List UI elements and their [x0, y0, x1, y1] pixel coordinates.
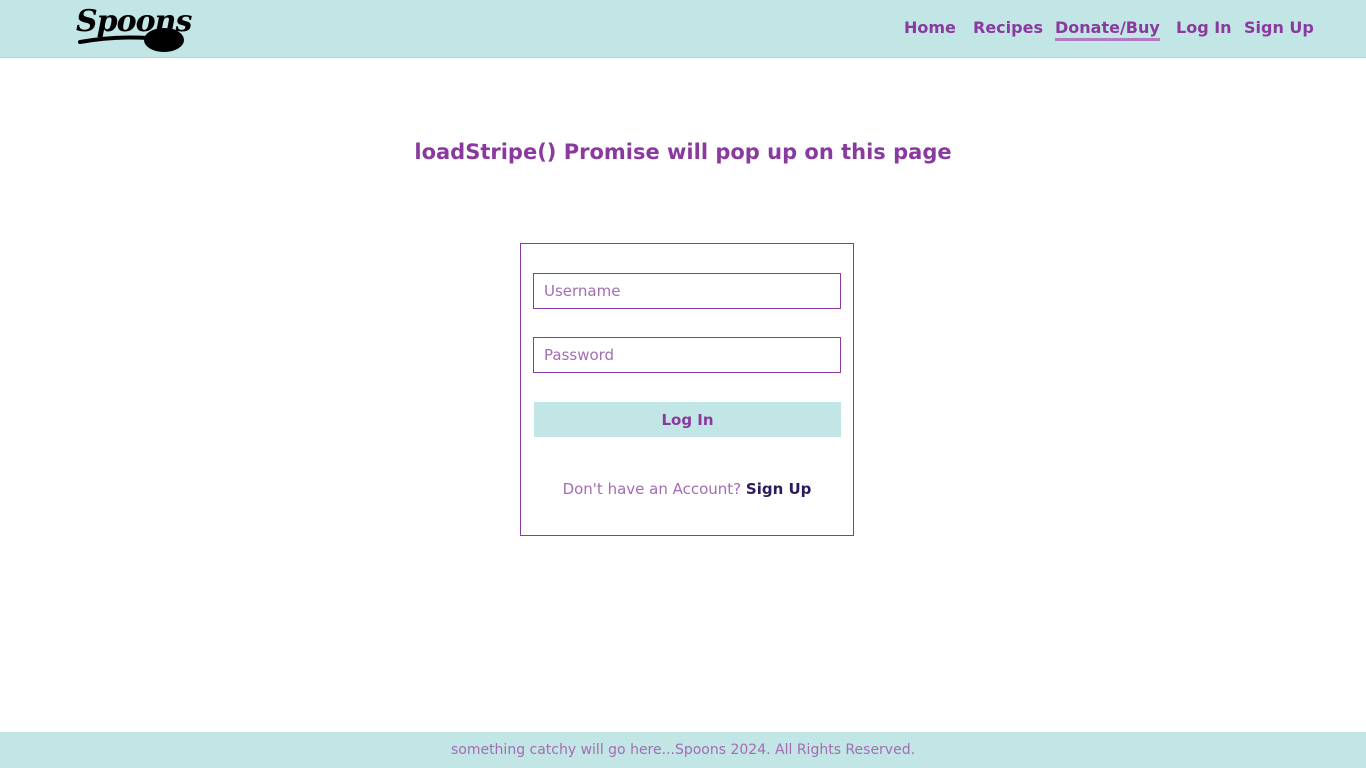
- footer-text: something catchy will go here...Spoons 2…: [450, 742, 916, 758]
- logo-text: Spoons: [76, 4, 192, 39]
- signup-prompt-row: Don't have an Account? Sign Up: [521, 480, 853, 498]
- login-submit-button[interactable]: Log In: [534, 402, 841, 437]
- nav-home-link[interactable]: Home: [904, 18, 956, 37]
- nav-login-link[interactable]: Log In: [1176, 18, 1232, 37]
- signup-link[interactable]: Sign Up: [746, 480, 812, 498]
- top-navbar: Spoons Home Recipes Donate/Buy Log In Si…: [0, 0, 1366, 58]
- nav-donate-buy-link[interactable]: Donate/Buy: [1055, 18, 1160, 41]
- nav-recipes-link[interactable]: Recipes: [973, 18, 1043, 37]
- username-input[interactable]: [533, 273, 841, 309]
- page-heading: loadStripe() Promise will pop up on this…: [414, 140, 952, 164]
- nav-signup-link[interactable]: Sign Up: [1244, 18, 1314, 37]
- login-form: Log In Don't have an Account? Sign Up: [520, 243, 854, 536]
- page-footer: something catchy will go here...Spoons 2…: [0, 732, 1366, 768]
- signup-prompt-text: Don't have an Account?: [562, 480, 742, 498]
- password-input[interactable]: [533, 337, 841, 373]
- spoons-logo[interactable]: Spoons: [74, 4, 192, 54]
